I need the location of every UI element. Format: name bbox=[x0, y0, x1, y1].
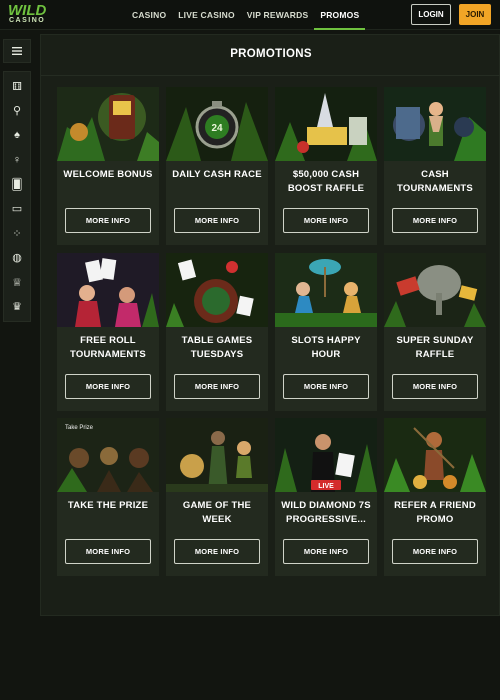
promo-title: WILD DIAMOND 7S PROGRESSIVE... bbox=[281, 500, 371, 525]
promo-thumbnail[interactable] bbox=[57, 87, 159, 161]
promo-card-welcome-bonus[interactable]: WELCOME BONUS MORE INFO bbox=[57, 87, 159, 245]
promo-title: SLOTS HAPPY HOUR bbox=[291, 335, 361, 360]
promo-card-cash-tournaments[interactable]: CASH TOURNAMENTS MORE INFO bbox=[384, 87, 486, 245]
title-divider bbox=[41, 75, 500, 76]
more-info-button[interactable]: MORE INFO bbox=[392, 208, 478, 233]
more-info-button[interactable]: MORE INFO bbox=[283, 374, 369, 399]
promo-title: TABLE GAMES TUESDAYS bbox=[181, 335, 253, 360]
login-button[interactable]: LOGIN bbox=[411, 4, 451, 25]
nav-casino[interactable]: CASINO bbox=[126, 0, 172, 30]
promo-title: CASH TOURNAMENTS bbox=[397, 169, 473, 194]
promo-card-super-sunday-raffle[interactable]: SUPER SUNDAY RAFFLE MORE INFO bbox=[384, 253, 486, 411]
sidebar-item-trophy[interactable]: ♕ bbox=[4, 270, 30, 295]
promo-title: DAILY CASH RACE bbox=[172, 169, 262, 180]
sidebar-item-dice[interactable]: ⚅ bbox=[4, 74, 30, 99]
promo-title: FREE ROLL TOURNAMENTS bbox=[70, 335, 146, 360]
sidebar-item-basketball[interactable]: ◍ bbox=[4, 246, 30, 271]
more-info-button[interactable]: MORE INFO bbox=[392, 374, 478, 399]
promo-thumbnail[interactable] bbox=[275, 87, 377, 161]
promo-thumbnail[interactable]: 24 bbox=[166, 87, 268, 161]
sidebar-category-list: ⚅ ⚲ ♠ ♀ 🂠 ▭ ⁘ ◍ ♕ ♛ bbox=[3, 71, 31, 322]
promo-card-refer-a-friend-promo[interactable]: REFER A FRIEND PROMO MORE INFO bbox=[384, 418, 486, 576]
top-navigation-bar: WILD CASINO CASINO LIVE CASINO VIP REWAR… bbox=[0, 0, 500, 30]
promo-thumbnail[interactable] bbox=[384, 253, 486, 327]
more-info-button[interactable]: MORE INFO bbox=[283, 208, 369, 233]
logo-word: WILD bbox=[8, 2, 47, 19]
promo-card-table-games-tuesdays[interactable]: TABLE GAMES TUESDAYS MORE INFO bbox=[166, 253, 268, 411]
logo-sub: CASINO bbox=[9, 17, 46, 24]
dots-icon: ⁘ bbox=[12, 227, 22, 240]
sidebar-item-crown[interactable]: ♛ bbox=[4, 295, 30, 320]
promo-thumbnail[interactable] bbox=[166, 418, 268, 492]
promo-title: GAME OF THE WEEK bbox=[182, 500, 252, 525]
main-nav: CASINO LIVE CASINO VIP REWARDS PROMOS bbox=[126, 0, 366, 30]
trophy-icon: ♕ bbox=[12, 276, 22, 289]
promo-card-slots-happy-hour[interactable]: SLOTS HAPPY HOUR MORE INFO bbox=[275, 253, 377, 411]
more-info-button[interactable]: MORE INFO bbox=[283, 539, 369, 564]
promo-title: WELCOME BONUS bbox=[63, 169, 153, 180]
promo-thumbnail[interactable]: LIVE bbox=[275, 418, 377, 492]
hamburger-icon bbox=[12, 47, 22, 55]
take-prize-thumb-text: Take Prize bbox=[65, 425, 94, 431]
promo-card-50-000-cash-boost-raffle[interactable]: $50,000 CASH BOOST RAFFLE MORE INFO bbox=[275, 87, 377, 245]
wild-casino-logo[interactable]: WILD CASINO bbox=[8, 2, 48, 26]
more-info-button[interactable]: MORE INFO bbox=[174, 208, 260, 233]
sidebar-item-dealer[interactable]: ♀ bbox=[4, 148, 30, 173]
crown-icon: ♛ bbox=[12, 301, 22, 314]
nav-vip-rewards[interactable]: VIP REWARDS bbox=[241, 0, 315, 30]
live-badge-text: LIVE bbox=[318, 483, 334, 490]
spade-icon: ♠ bbox=[14, 129, 20, 142]
cards-icon: 🂠 bbox=[11, 178, 23, 191]
sidebar-item-spade[interactable]: ♠ bbox=[4, 123, 30, 148]
hamburger-menu-button[interactable] bbox=[3, 39, 31, 63]
promo-card-take-the-prize[interactable]: Take Prize TAKE THE PRIZE MORE INFO bbox=[57, 418, 159, 576]
sidebar-item-cherries[interactable]: ⚲ bbox=[4, 99, 30, 124]
page-title: PROMOTIONS bbox=[230, 48, 312, 60]
nav-live-casino[interactable]: LIVE CASINO bbox=[172, 0, 241, 30]
promo-thumbnail[interactable] bbox=[384, 418, 486, 492]
nav-promos[interactable]: PROMOS bbox=[314, 0, 366, 30]
promo-title: SUPER SUNDAY RAFFLE bbox=[396, 335, 474, 360]
more-info-button[interactable]: MORE INFO bbox=[65, 374, 151, 399]
promo-card-free-roll-tournaments[interactable]: FREE ROLL TOURNAMENTS MORE INFO bbox=[57, 253, 159, 411]
promo-title: $50,000 CASH BOOST RAFFLE bbox=[287, 169, 365, 194]
promo-card-game-of-the-week[interactable]: GAME OF THE WEEK MORE INFO bbox=[166, 418, 268, 576]
more-info-button[interactable]: MORE INFO bbox=[174, 539, 260, 564]
more-info-button[interactable]: MORE INFO bbox=[65, 539, 151, 564]
promo-card-daily-cash-race[interactable]: 24 DAILY CASH RACE MORE INFO bbox=[166, 87, 268, 245]
promo-thumbnail[interactable] bbox=[166, 253, 268, 327]
promo-thumbnail[interactable]: Take Prize bbox=[57, 418, 159, 492]
join-button[interactable]: JOIN bbox=[459, 4, 491, 25]
svg-text:24: 24 bbox=[211, 123, 223, 134]
more-info-button[interactable]: MORE INFO bbox=[174, 374, 260, 399]
dealer-icon: ♀ bbox=[12, 153, 22, 166]
sidebar-item-laptop[interactable]: ▭ bbox=[4, 197, 30, 222]
promo-thumbnail[interactable] bbox=[275, 253, 377, 327]
promo-thumbnail[interactable] bbox=[57, 253, 159, 327]
basketball-icon: ◍ bbox=[12, 252, 22, 265]
more-info-button[interactable]: MORE INFO bbox=[65, 208, 151, 233]
laptop-icon: ▭ bbox=[11, 203, 23, 216]
promotions-panel: PROMOTIONS WELCOME BONUS MORE INFO 24 DAILY… bbox=[40, 34, 500, 616]
category-sidebar: ⚅ ⚲ ♠ ♀ 🂠 ▭ ⁘ ◍ ♕ ♛ bbox=[3, 39, 31, 322]
more-info-button[interactable]: MORE INFO bbox=[392, 539, 478, 564]
promo-title: REFER A FRIEND PROMO bbox=[394, 500, 476, 525]
sidebar-item-cards[interactable]: 🂠 bbox=[4, 172, 30, 197]
cherries-icon: ⚲ bbox=[12, 105, 22, 118]
dice-icon: ⚅ bbox=[12, 80, 22, 93]
sidebar-item-dots[interactable]: ⁘ bbox=[4, 221, 30, 246]
promo-thumbnail[interactable] bbox=[384, 87, 486, 161]
promo-card-wild-diamond-7s-progressive[interactable]: LIVE WILD DIAMOND 7S PROGRESSIVE... MORE I… bbox=[275, 418, 377, 576]
promo-title: TAKE THE PRIZE bbox=[67, 500, 149, 511]
